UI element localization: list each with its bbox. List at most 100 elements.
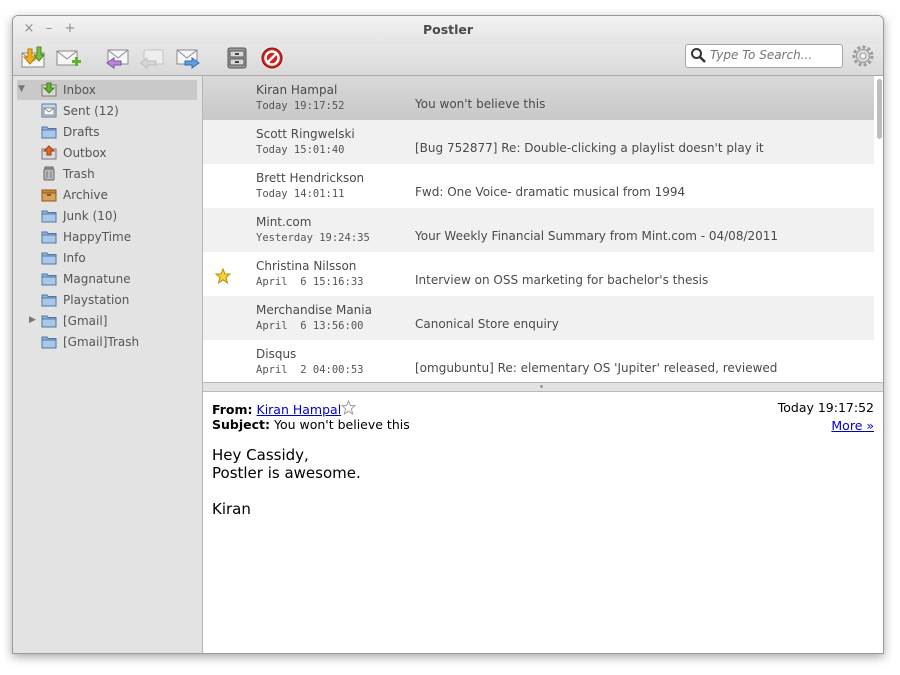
message-subject: Fwd: One Voice- dramatic musical from 19… [415, 185, 686, 199]
folder-icon [41, 210, 57, 223]
message-sender: Disqus [256, 347, 297, 361]
search-icon [691, 48, 706, 63]
folder-label: Sent (12) [63, 104, 119, 118]
splitter-grip-icon [540, 385, 543, 388]
gear-icon[interactable] [851, 44, 875, 68]
message-date: April 6 13:56:00 [256, 320, 364, 332]
message-list: Kiran Hampal Today 19:17:52 You won't be… [203, 76, 883, 382]
message-row[interactable]: Kiran Hampal Today 19:17:52 You won't be… [203, 76, 874, 120]
folder-icon [41, 126, 57, 139]
expand-arrow-icon[interactable]: ▼ [18, 84, 25, 94]
outbox-icon [41, 145, 57, 160]
from-header: From: Kiran Hampal [212, 402, 341, 417]
folder-label: [Gmail]Trash [63, 335, 140, 349]
folder-archive[interactable]: Archive [17, 185, 197, 205]
star-outline-icon[interactable] [341, 400, 356, 415]
folder-outbox[interactable]: Outbox [17, 143, 197, 163]
message-row[interactable]: Christina Nilsson April 6 15:16:33 Inter… [203, 252, 874, 296]
folder-sidebar: ▼ Inbox Sent (12) Drafts Outbox Trash Ar… [13, 76, 203, 653]
folder-magnatune[interactable]: Magnatune [17, 269, 197, 289]
folder-drafts[interactable]: Drafts [17, 122, 197, 142]
folder-label: Outbox [63, 146, 107, 160]
folder-gmail[interactable]: ▶ [Gmail] [17, 311, 197, 331]
star-filled-icon[interactable] [215, 268, 231, 284]
subject-label: Subject: [212, 417, 270, 432]
folder-label: Magnatune [63, 272, 131, 286]
toolbar [13, 44, 883, 76]
folder-sent[interactable]: Sent (12) [17, 101, 197, 121]
message-sender: Scott Ringwelski [256, 127, 355, 141]
message-body: Hey Cassidy, Postler is awesome. Kiran [212, 446, 361, 518]
folder-icon [41, 252, 57, 265]
sender-link[interactable]: Kiran Hampal [257, 402, 342, 417]
reply-all-icon [140, 49, 164, 70]
message-subject: Your Weekly Financial Summary from Mint.… [415, 229, 779, 243]
receive-mail-icon [21, 46, 46, 68]
sent-icon [41, 103, 57, 118]
folder-label: Info [63, 251, 86, 265]
message-subject: Canonical Store enquiry [415, 317, 559, 331]
folder-icon [41, 273, 57, 286]
message-date: Today 19:17:52 [256, 100, 345, 112]
trash-icon [43, 166, 55, 181]
more-link[interactable]: More » [831, 418, 874, 433]
folder-inbox[interactable]: ▼ Inbox [17, 80, 197, 100]
folder-label: Playstation [63, 293, 130, 307]
message-date: Yesterday 19:24:35 [256, 232, 370, 244]
message-row[interactable]: Mint.com Yesterday 19:24:35 Your Weekly … [203, 208, 874, 252]
folder-trash[interactable]: Trash [17, 164, 197, 184]
forward-button[interactable] [174, 45, 202, 71]
folder-label: Archive [63, 188, 108, 202]
subject-value: You won't believe this [273, 417, 410, 432]
pane-splitter[interactable] [203, 382, 883, 392]
folder-info[interactable]: Info [17, 248, 197, 268]
folder-label: HappyTime [63, 230, 132, 244]
message-sender: Kiran Hampal [256, 83, 338, 97]
subject-header: Subject: You won't believe this [212, 417, 410, 432]
archive-button[interactable] [223, 45, 251, 71]
scrollbar-thumb[interactable] [877, 79, 882, 139]
message-date: April 2 04:00:53 [256, 364, 364, 376]
search-input[interactable] [710, 47, 836, 63]
delete-icon [261, 47, 283, 69]
archive-box-icon [41, 189, 57, 202]
folder-junk[interactable]: Junk (10) [17, 206, 197, 226]
folder-label: Inbox [63, 83, 96, 97]
folder-playstation[interactable]: Playstation [17, 290, 197, 310]
message-date: April 6 15:16:33 [256, 276, 364, 288]
message-subject: [Bug 752877] Re: Double-clicking a playl… [415, 141, 764, 155]
forward-icon [176, 49, 200, 69]
message-row[interactable]: Merchandise Mania April 6 13:56:00 Canon… [203, 296, 874, 340]
message-sender: Merchandise Mania [256, 303, 372, 317]
message-sender: Brett Hendrickson [256, 171, 365, 185]
message-subject: You won't believe this [415, 97, 546, 111]
reply-all-button[interactable] [138, 45, 166, 71]
title-bar: × – + Postler [13, 16, 883, 44]
search-box[interactable] [685, 44, 843, 68]
folder-icon [41, 315, 57, 328]
message-row[interactable]: Scott Ringwelski Today 15:01:40 [Bug 752… [203, 120, 874, 164]
from-label: From: [212, 402, 253, 417]
folder-icon [41, 336, 57, 349]
folder-gmail-trash[interactable]: [Gmail]Trash [17, 332, 197, 352]
archive-icon [227, 47, 247, 69]
message-row[interactable]: Brett Hendrickson Today 14:01:11 Fwd: On… [203, 164, 874, 208]
message-reading-pane: From: Kiran Hampal Subject: You won't be… [203, 392, 883, 653]
main-window: × – + Postler Type To Search... ▼ Inbox … [12, 15, 884, 654]
folder-label: Trash [63, 167, 95, 181]
message-date: Today 14:01:11 [256, 188, 345, 200]
message-row[interactable]: Disqus April 2 04:00:53 [omgubuntu] Re: … [203, 340, 874, 382]
compose-button[interactable] [55, 45, 83, 71]
message-subject: Interview on OSS marketing for bachelor'… [415, 273, 709, 287]
delete-button[interactable] [258, 45, 286, 71]
message-list-scrollbar[interactable] [875, 76, 883, 382]
message-subject: [omgubuntu] Re: elementary OS 'Jupiter' … [415, 361, 778, 375]
expand-arrow-icon[interactable]: ▶ [29, 315, 36, 325]
folder-icon [41, 294, 57, 307]
message-sender: Christina Nilsson [256, 259, 357, 273]
message-sender: Mint.com [256, 215, 312, 229]
reply-button[interactable] [103, 45, 131, 71]
receive-mail-button[interactable] [19, 45, 47, 71]
folder-happytime[interactable]: HappyTime [17, 227, 197, 247]
message-date: Today 15:01:40 [256, 144, 345, 156]
